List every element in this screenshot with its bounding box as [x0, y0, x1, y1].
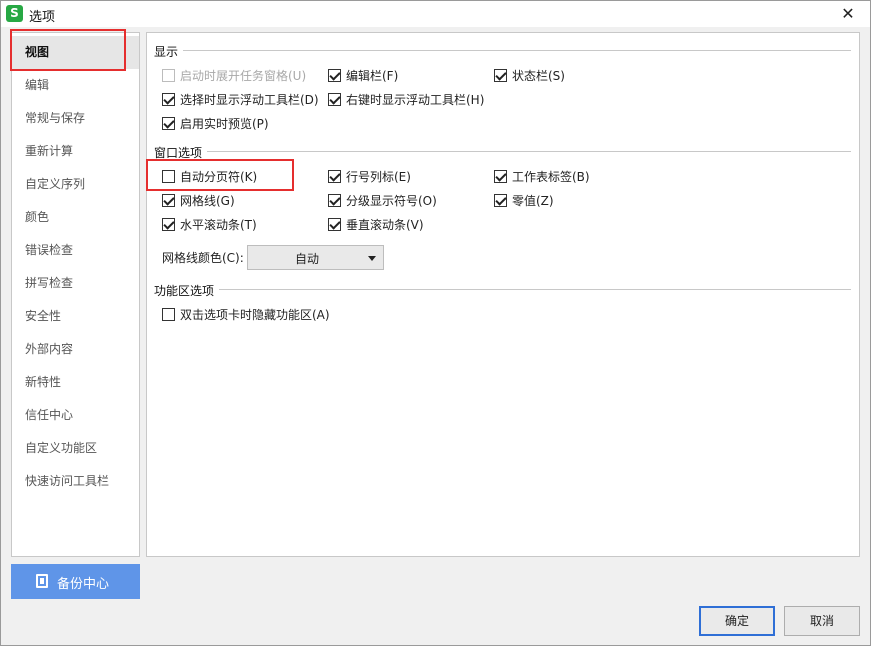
dialog-title: 选项	[29, 10, 56, 25]
sidebar-item-spell-check[interactable]: 拼写检查	[12, 267, 139, 300]
option-label: 启动时展开任务窗格(U)	[180, 69, 307, 83]
gridline-color-label: 网格线颜色(C):	[162, 251, 244, 265]
close-icon: ✕	[841, 4, 855, 23]
checkbox[interactable]	[494, 194, 507, 207]
backup-center-button[interactable]: 备份中心	[11, 564, 140, 599]
checkbox[interactable]	[162, 93, 175, 106]
highlight-box-auto-page-break	[146, 159, 294, 191]
checkbox[interactable]	[162, 218, 175, 231]
cancel-button[interactable]: 取消	[784, 606, 860, 636]
option-label: 行号列标(E)	[346, 170, 411, 184]
sidebar-item-error-check[interactable]: 错误检查	[12, 234, 139, 267]
option-label: 状态栏(S)	[512, 69, 565, 83]
checkbox[interactable]	[494, 170, 507, 183]
checkbox[interactable]	[162, 308, 175, 321]
checkbox[interactable]	[494, 69, 507, 82]
backup-icon	[36, 574, 48, 588]
sidebar-item-custom-lists[interactable]: 自定义序列	[12, 168, 139, 201]
sidebar-item-edit[interactable]: 编辑	[12, 69, 139, 102]
chevron-down-icon	[368, 256, 376, 261]
settings-panel: 显示 启动时展开任务窗格(U) 编辑栏(F) 状态栏(S) 选择时显示浮动工具栏…	[146, 32, 860, 557]
option-label: 零值(Z)	[512, 194, 554, 208]
option-label: 分级显示符号(O)	[346, 194, 437, 208]
sidebar-item-trust-center[interactable]: 信任中心	[12, 399, 139, 432]
ok-button[interactable]: 确定	[699, 606, 775, 636]
option-label: 选择时显示浮动工具栏(D)	[180, 93, 319, 107]
sidebar-item-general-save[interactable]: 常规与保存	[12, 102, 139, 135]
sidebar-nav: 视图 编辑 常规与保存 重新计算 自定义序列 颜色 错误检查 拼写检查 安全性 …	[11, 32, 140, 557]
sidebar-item-external-content[interactable]: 外部内容	[12, 333, 139, 366]
app-icon: S	[6, 5, 23, 22]
close-button[interactable]: ✕	[826, 1, 870, 27]
checkbox[interactable]	[162, 69, 175, 82]
sidebar-item-security[interactable]: 安全性	[12, 300, 139, 333]
checkbox[interactable]	[328, 69, 341, 82]
divider	[219, 289, 851, 290]
highlight-box-view	[10, 29, 126, 71]
sidebar-item-quick-access-toolbar[interactable]: 快速访问工具栏	[12, 465, 139, 498]
sidebar-item-new-features[interactable]: 新特性	[12, 366, 139, 399]
option-label: 垂直滚动条(V)	[346, 218, 424, 232]
divider	[183, 50, 851, 51]
display-group-title: 显示	[154, 43, 183, 60]
option-label: 编辑栏(F)	[346, 69, 399, 83]
option-label: 双击选项卡时隐藏功能区(A)	[180, 308, 330, 322]
option-label: 水平滚动条(T)	[180, 218, 257, 232]
checkbox[interactable]	[162, 117, 175, 130]
option-label: 启用实时预览(P)	[180, 117, 269, 131]
sidebar-item-colors[interactable]: 颜色	[12, 201, 139, 234]
sidebar-item-customize-ribbon[interactable]: 自定义功能区	[12, 432, 139, 465]
gridline-color-select[interactable]: 自动	[247, 245, 384, 270]
checkbox[interactable]	[328, 194, 341, 207]
option-label: 工作表标签(B)	[512, 170, 590, 184]
backup-center-label: 备份中心	[57, 577, 110, 592]
checkbox[interactable]	[328, 218, 341, 231]
ribbon-options-group-title: 功能区选项	[154, 282, 219, 299]
checkbox[interactable]	[328, 170, 341, 183]
gridline-color-value: 自动	[294, 252, 319, 266]
option-label: 右键时显示浮动工具栏(H)	[346, 93, 485, 107]
options-dialog: S 选项 ✕ 视图 编辑 常规与保存 重新计算 自定义序列 颜色 错误检查 拼写…	[0, 0, 871, 646]
divider	[207, 151, 851, 152]
checkbox[interactable]	[162, 194, 175, 207]
option-label: 网格线(G)	[180, 194, 235, 208]
checkbox[interactable]	[328, 93, 341, 106]
title-bar: S 选项 ✕	[1, 1, 870, 27]
sidebar-item-recalculate[interactable]: 重新计算	[12, 135, 139, 168]
